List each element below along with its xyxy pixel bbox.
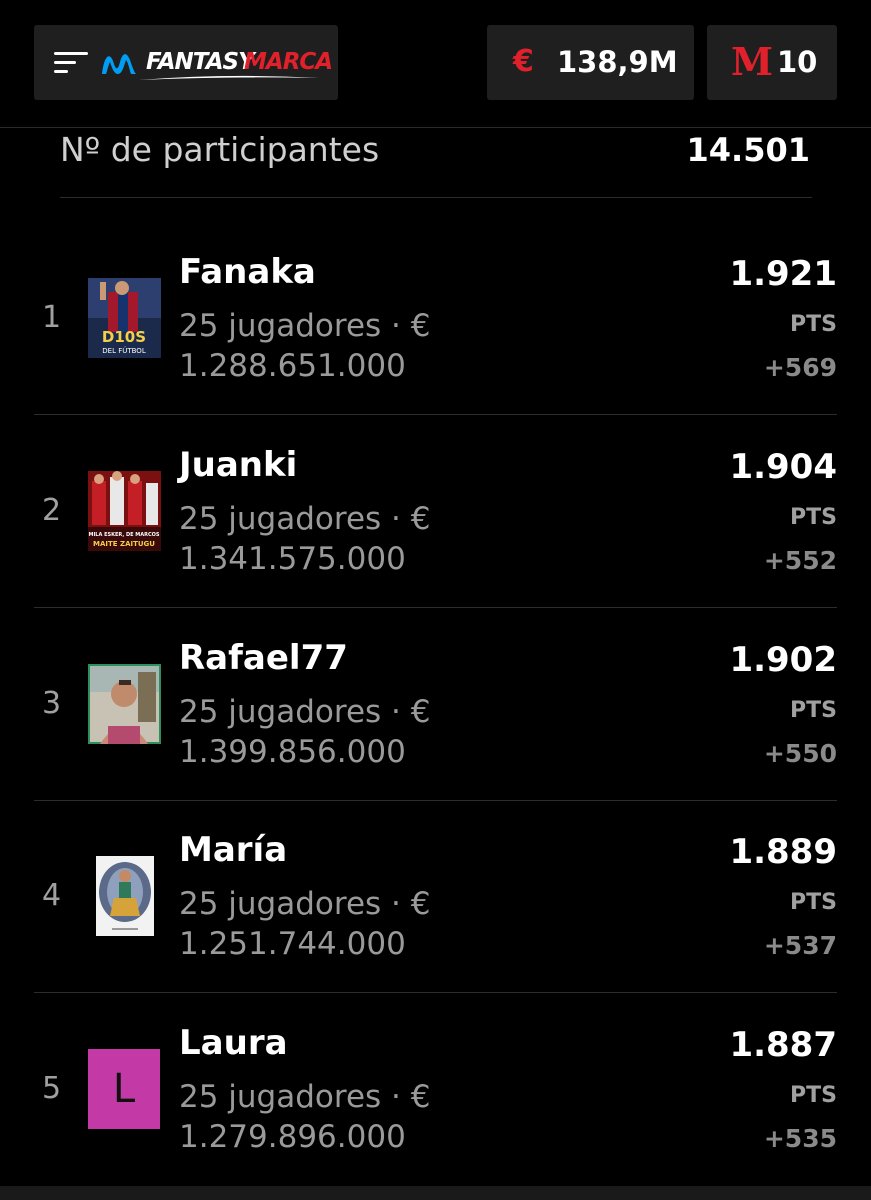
participants-label: Nº de participantes [60,130,380,169]
brand-menu-button[interactable]: FANTASY MARCA [34,25,338,100]
total-points: 1.889 [729,832,837,872]
rank-number: 5 [42,1071,62,1106]
team-value: 1.251.744.000 [179,926,406,962]
points-delta: +550 [763,739,837,768]
avatar-image-icon: MILA ESKER, DE MARCOS MAITE ZAITUGU [88,471,161,551]
manager-name: María [179,830,288,870]
coins-button[interactable]: M 10 [707,25,837,100]
brand-swoosh [139,75,319,80]
bottom-bar [0,1186,871,1200]
ranking-row[interactable]: 4 María 25 jugadores · € 1.251.744.000 1… [34,800,837,993]
rank-number: 1 [42,300,62,335]
avatar[interactable]: D10S DEL FÚTBOL [88,278,161,358]
rank-number: 4 [42,878,62,913]
manager-name: Rafael77 [179,638,348,678]
manager-name: Juanki [179,445,298,485]
team-value: 1.341.575.000 [179,541,406,577]
menu-icon[interactable] [54,52,88,73]
points-delta: +552 [763,546,837,575]
divider [60,197,812,198]
avatar[interactable] [88,664,161,744]
pts-label: PTS [790,1083,837,1108]
avatar[interactable]: MILA ESKER, DE MARCOS MAITE ZAITUGU [88,471,161,551]
brand-fantasy-text: FANTASY [146,49,255,75]
pts-label: PTS [790,312,837,337]
avatar-photo-icon [88,664,161,744]
budget-button[interactable]: € 138,9M [487,25,694,100]
points-delta: +535 [763,1124,837,1153]
svg-text:D10S: D10S [102,328,146,346]
avatar-letter: L [112,1066,136,1112]
avatar-illustration-icon [88,856,161,936]
total-points: 1.902 [729,640,837,680]
svg-text:MAITE ZAITUGU: MAITE ZAITUGU [93,540,155,548]
top-bar: FANTASY MARCA € 138,9M M 10 [0,0,871,128]
svg-text:MILA ESKER, DE MARCOS: MILA ESKER, DE MARCOS [88,532,159,538]
pts-label: PTS [790,890,837,915]
total-points: 1.921 [729,254,837,294]
movistar-logo-icon [102,54,136,74]
players-count: 25 jugadores · € [179,694,431,730]
ranking-row[interactable]: 2 MILA ESKER, DE MARCOS MAITE ZAITUGU Ju… [34,415,837,608]
avatar[interactable] [88,856,161,936]
pts-label: PTS [790,505,837,530]
rank-number: 2 [42,493,62,528]
team-value: 1.279.896.000 [179,1119,406,1155]
points-delta: +569 [763,353,837,382]
marca-m-icon: M [731,39,774,84]
points-delta: +537 [763,931,837,960]
avatar-image-icon: D10S DEL FÚTBOL [88,278,161,358]
participants-value: 14.501 [686,131,810,169]
pts-label: PTS [790,698,837,723]
ranking-row[interactable]: 1 D10S DEL FÚTBOL Fanaka 25 jugadores · … [34,222,837,415]
total-points: 1.887 [729,1025,837,1065]
team-value: 1.399.856.000 [179,734,406,770]
ranking-row[interactable]: 3 Rafael77 25 jugadores · € 1.399.856.00… [34,608,837,801]
manager-name: Laura [179,1023,288,1063]
avatar[interactable]: L [88,1049,160,1129]
team-value: 1.288.651.000 [179,348,406,384]
manager-name: Fanaka [179,252,316,292]
brand-marca-text: MARCA [244,49,333,75]
total-points: 1.904 [729,447,837,487]
budget-value: 138,9M [557,45,678,79]
players-count: 25 jugadores · € [179,308,431,344]
rank-number: 3 [42,686,62,721]
euro-icon: € [513,44,534,79]
svg-text:DEL FÚTBOL: DEL FÚTBOL [102,346,146,355]
players-count: 25 jugadores · € [179,1079,431,1115]
players-count: 25 jugadores · € [179,886,431,922]
ranking-row[interactable]: 5 L Laura 25 jugadores · € 1.279.896.000… [34,993,837,1186]
coins-value: 10 [777,45,818,79]
players-count: 25 jugadores · € [179,501,431,537]
